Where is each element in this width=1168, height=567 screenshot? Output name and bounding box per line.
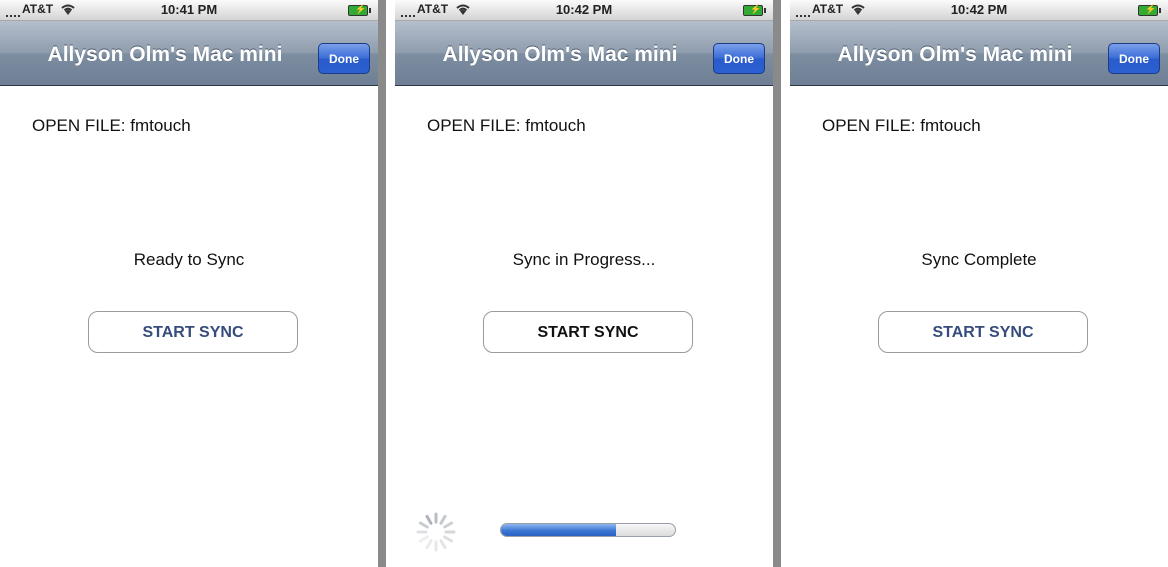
screen-divider	[378, 0, 386, 567]
screen-ready: AT&T 10:41 PM ⚡ Allyson Olm's Mac mini D…	[0, 0, 378, 567]
screen-in-progress: AT&T 10:42 PM ⚡ Allyson Olm's Mac mini D…	[395, 0, 773, 567]
battery-charging-icon: ⚡	[743, 4, 766, 16]
nav-title: Allyson Olm's Mac mini	[442, 43, 678, 66]
status-bar: AT&T 10:41 PM ⚡	[0, 0, 378, 21]
nav-title: Allyson Olm's Mac mini	[47, 43, 283, 66]
done-button[interactable]: Done	[1108, 43, 1160, 74]
open-file-label: OPEN FILE: fmtouch	[427, 116, 586, 135]
done-button[interactable]: Done	[318, 43, 370, 74]
navigation-bar: Allyson Olm's Mac mini Done	[790, 21, 1168, 86]
start-sync-button[interactable]: START SYNC	[88, 311, 298, 353]
status-bar: AT&T 10:42 PM ⚡	[790, 0, 1168, 21]
sync-status-text: Sync Complete	[921, 250, 1037, 269]
done-button[interactable]: Done	[713, 43, 765, 74]
screen-divider	[773, 0, 781, 567]
nav-title: Allyson Olm's Mac mini	[837, 43, 1073, 66]
activity-spinner-icon	[416, 512, 456, 552]
clock: 10:42 PM	[555, 2, 613, 17]
battery-charging-icon: ⚡	[348, 4, 371, 16]
screen-complete: AT&T 10:42 PM ⚡ Allyson Olm's Mac mini D…	[790, 0, 1168, 567]
sync-status-text: Ready to Sync	[133, 250, 245, 269]
open-file-label: OPEN FILE: fmtouch	[822, 116, 981, 135]
navigation-bar: Allyson Olm's Mac mini Done	[0, 21, 378, 86]
battery-charging-icon: ⚡	[1138, 4, 1161, 16]
open-file-label: OPEN FILE: fmtouch	[32, 116, 191, 135]
clock: 10:41 PM	[160, 2, 218, 17]
start-sync-button[interactable]: START SYNC	[483, 311, 693, 353]
clock: 10:42 PM	[950, 2, 1008, 17]
status-bar: AT&T 10:42 PM ⚡	[395, 0, 773, 21]
sync-progress-fill	[501, 524, 616, 536]
sync-progress-bar	[500, 523, 676, 537]
sync-status-text: Sync in Progress...	[512, 250, 656, 269]
navigation-bar: Allyson Olm's Mac mini Done	[395, 21, 773, 86]
start-sync-button[interactable]: START SYNC	[878, 311, 1088, 353]
